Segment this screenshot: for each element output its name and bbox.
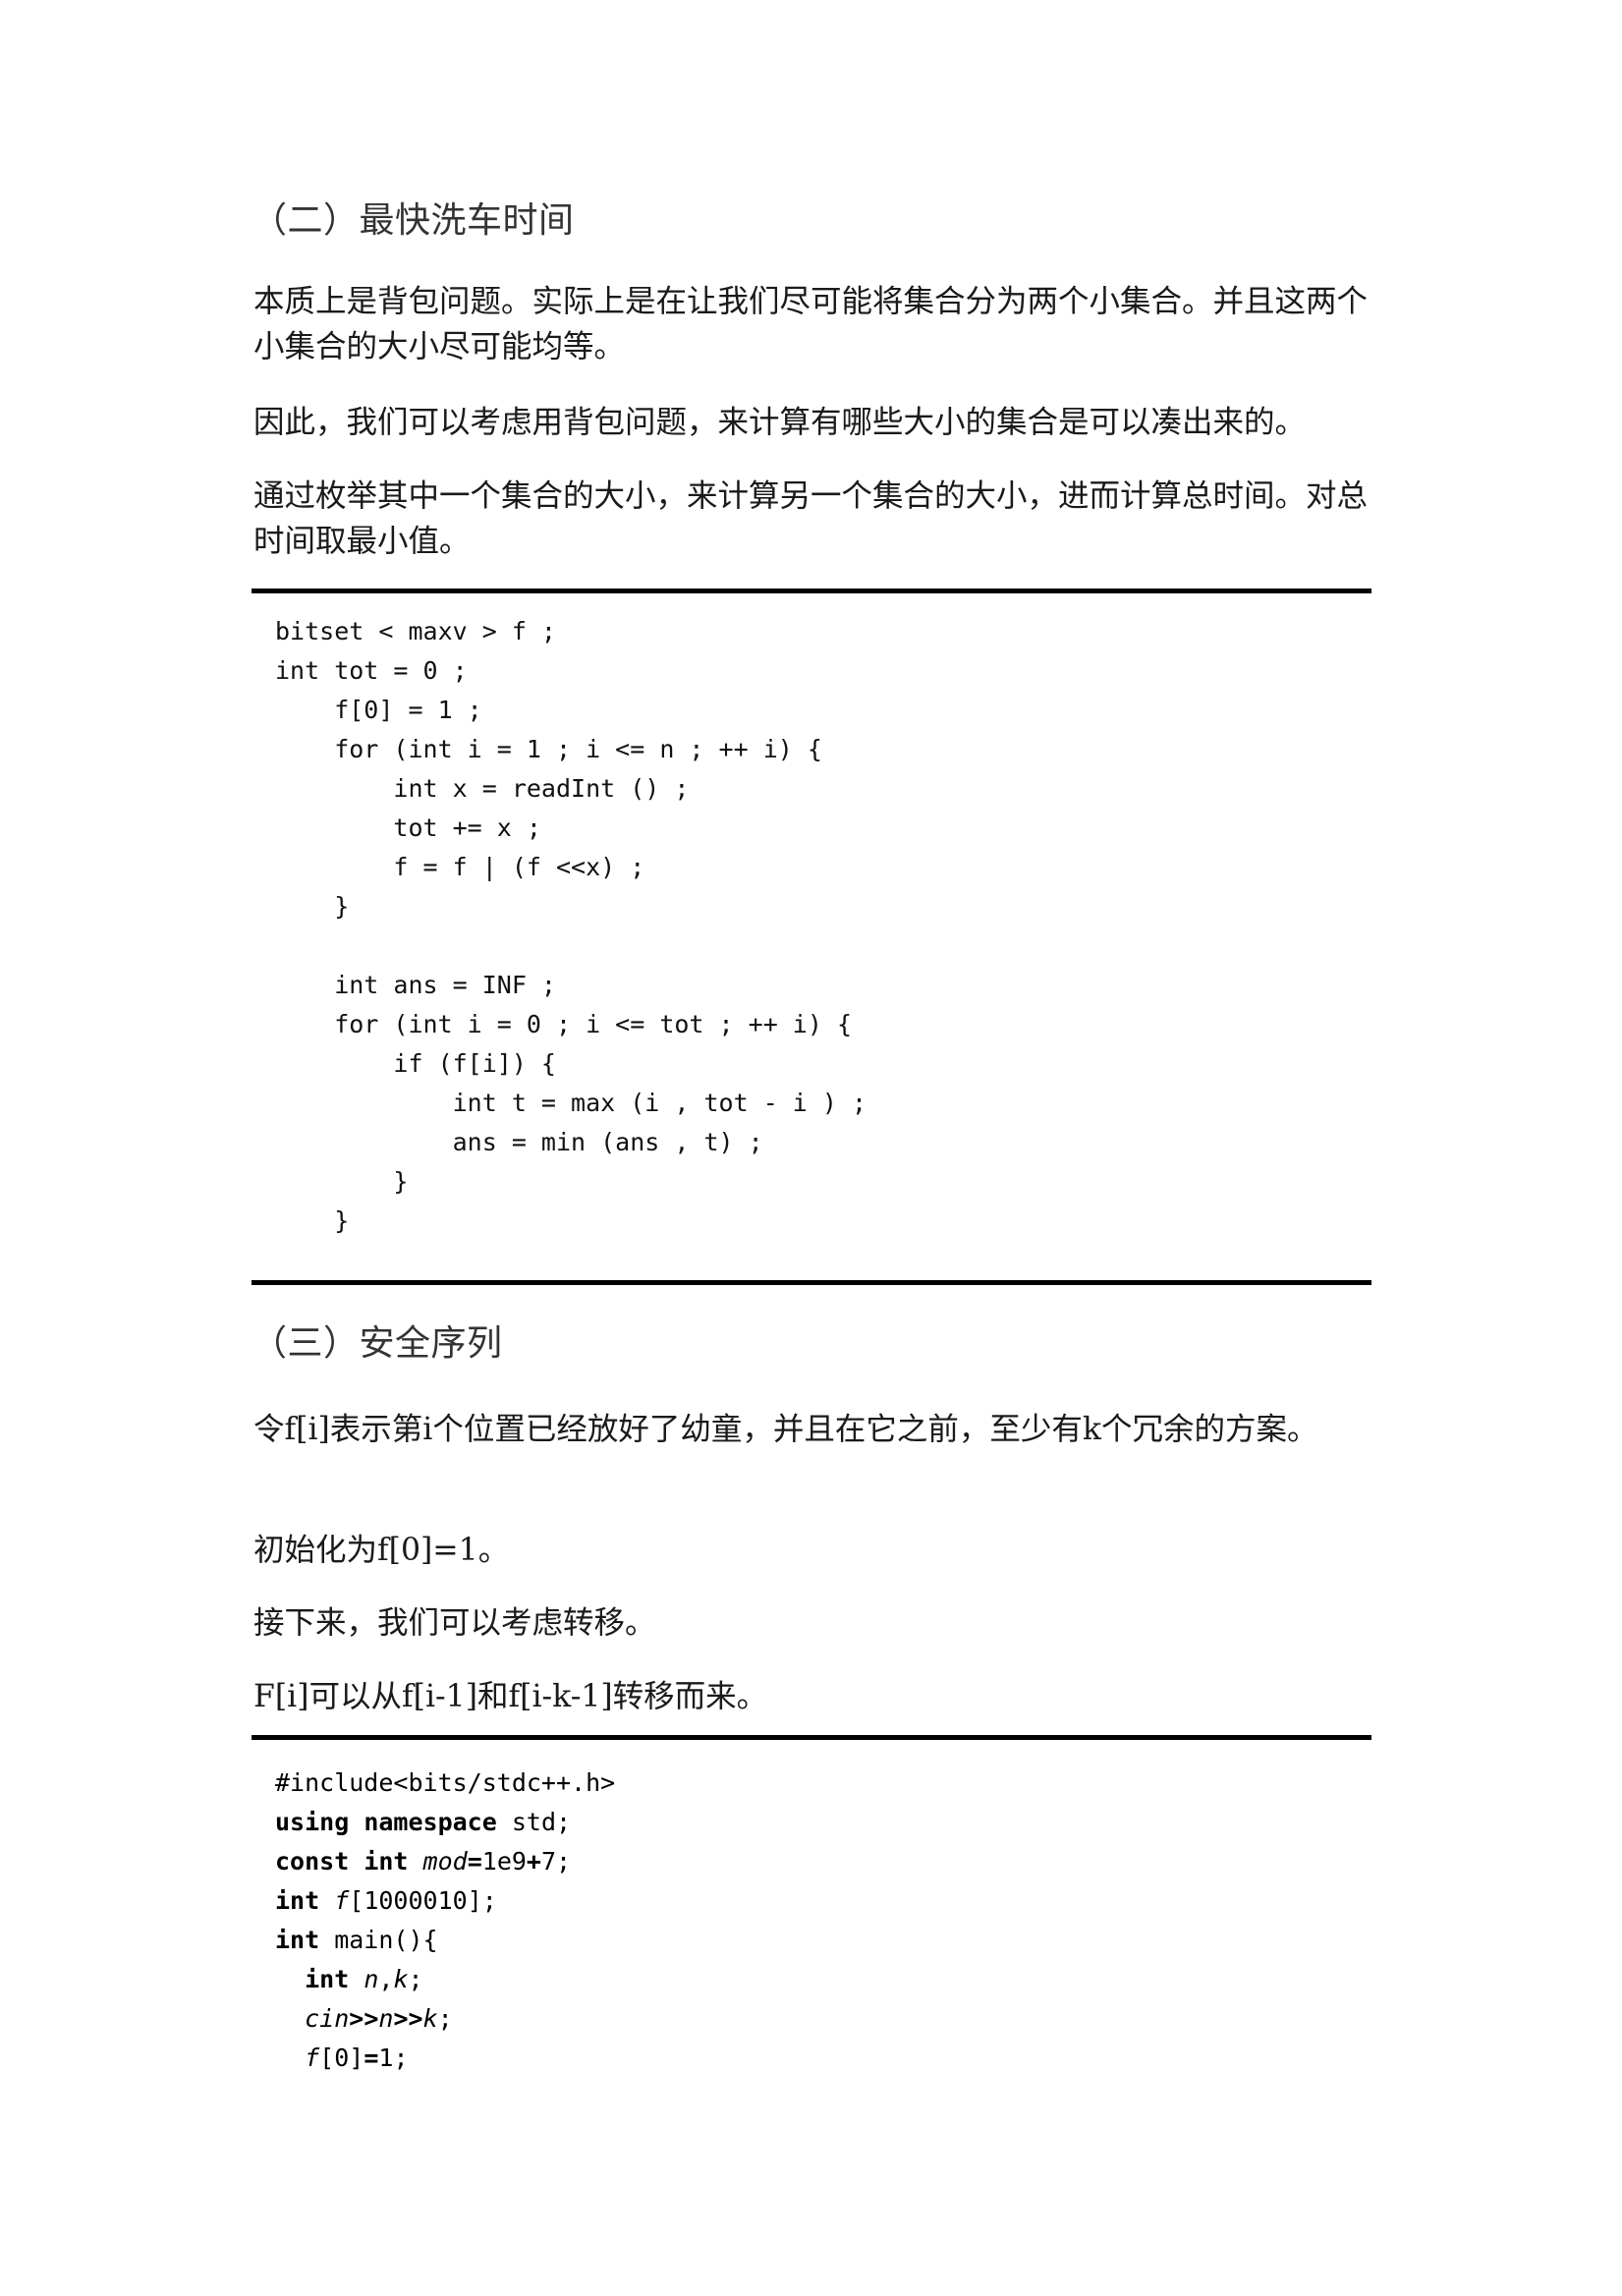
code-line: int f[1000010]; bbox=[275, 1881, 497, 1921]
section-heading: （二）最快洗车时间 bbox=[252, 200, 575, 241]
code-line: for (int i = 1 ; i <= n ; ++ i) { bbox=[275, 735, 822, 763]
operator: >> bbox=[393, 2004, 423, 2033]
code-line: const int mod=1e9+7; bbox=[275, 1842, 571, 1881]
code-line: f[0] = 1 ; bbox=[275, 696, 482, 724]
paragraph: 初始化为f[0]=1。 bbox=[253, 1533, 510, 1568]
operator: >> bbox=[349, 2004, 379, 2033]
code-line: ans = min (ans , t) ; bbox=[275, 1128, 763, 1156]
identifier: n bbox=[378, 2004, 394, 2033]
code-line: int x = readInt () ; bbox=[275, 774, 690, 803]
operator: = bbox=[364, 2044, 379, 2072]
paragraph: 接下来，我们可以考虑转移。 bbox=[253, 1605, 656, 1641]
document-page: （二）最快洗车时间 本质上是背包问题。实际上是在让我们尽可能将集合分为两个小集合… bbox=[0, 0, 1622, 2296]
keyword: int bbox=[275, 1886, 320, 1915]
code-text: [1000010]; bbox=[349, 1886, 497, 1915]
keyword: int bbox=[364, 1847, 409, 1876]
operator: + bbox=[526, 1847, 541, 1876]
code-line: using namespace std; bbox=[275, 1803, 571, 1842]
paragraph: 令f[i]表示第i个位置已经放好了幼童，并且在它之前，至少有k个冗余的方案。 bbox=[253, 1412, 1318, 1447]
code-text: , bbox=[378, 1965, 394, 1993]
code-line: tot += x ; bbox=[275, 813, 541, 842]
preprocessor: #include<bits/stdc++.h> bbox=[275, 1768, 616, 1797]
keyword: namespace bbox=[364, 1808, 497, 1836]
paragraph: 通过枚举其中一个集合的大小，来计算另一个集合的大小，进而计算总时间。对总时间取最… bbox=[253, 478, 1369, 559]
identifier: cin bbox=[305, 2004, 350, 2033]
number: 1; bbox=[378, 2044, 409, 2072]
code-block-top-rule bbox=[252, 1735, 1371, 1740]
section-heading: （三）安全序列 bbox=[252, 1323, 503, 1364]
code-line: int main(){ bbox=[275, 1921, 438, 1960]
identifier: mod bbox=[422, 1847, 468, 1876]
code-line: } bbox=[275, 892, 350, 921]
paragraph: 本质上是背包问题。实际上是在让我们尽可能将集合分为两个小集合。并且这两个小集合的… bbox=[253, 284, 1369, 364]
code-line: } bbox=[275, 1167, 409, 1196]
keyword: int bbox=[275, 1926, 320, 1954]
code-line: cin>>n>>k; bbox=[275, 1999, 453, 2039]
paragraph: F[i]可以从f[i-1]和f[i-k-1]转移而来。 bbox=[253, 1679, 768, 1714]
code-line: for (int i = 0 ; i <= tot ; ++ i) { bbox=[275, 1010, 852, 1038]
number: 7; bbox=[540, 1847, 572, 1876]
identifier: f bbox=[305, 2044, 320, 2072]
code-text: ; bbox=[408, 1965, 423, 1993]
code-line: int ans = INF ; bbox=[275, 971, 556, 999]
code-line: f = f | (f <<x) ; bbox=[275, 853, 645, 881]
code-text: [0] bbox=[319, 2044, 364, 2072]
code-text: std; bbox=[496, 1808, 572, 1836]
code-block-bottom-rule bbox=[252, 1280, 1371, 1285]
code-line: f[0]=1; bbox=[275, 2039, 409, 2078]
code-line: int n,k; bbox=[275, 1960, 423, 1999]
code-text: main(){ bbox=[319, 1926, 438, 1954]
code-block-top-rule bbox=[252, 588, 1371, 593]
operator: = bbox=[467, 1847, 482, 1876]
identifier: k bbox=[393, 1965, 409, 1993]
code-line: } bbox=[275, 1206, 350, 1235]
code-text: ; bbox=[437, 2004, 453, 2033]
code-line: bitset < maxv > f ; bbox=[275, 617, 556, 645]
number: 1e9 bbox=[481, 1847, 527, 1876]
code-line: #include<bits/stdc++.h> bbox=[275, 1764, 615, 1803]
identifier: k bbox=[422, 2004, 438, 2033]
identifier: n bbox=[364, 1965, 379, 1993]
keyword: using bbox=[275, 1808, 350, 1836]
identifier: f bbox=[334, 1886, 350, 1915]
code-line: int t = max (i , tot - i ) ; bbox=[275, 1089, 867, 1117]
code-line: int tot = 0 ; bbox=[275, 656, 468, 685]
paragraph: 因此，我们可以考虑用背包问题，来计算有哪些大小的集合是可以凑出来的。 bbox=[253, 405, 1307, 440]
code-line: if (f[i]) { bbox=[275, 1049, 556, 1078]
keyword: const bbox=[275, 1847, 350, 1876]
keyword: int bbox=[305, 1965, 350, 1993]
